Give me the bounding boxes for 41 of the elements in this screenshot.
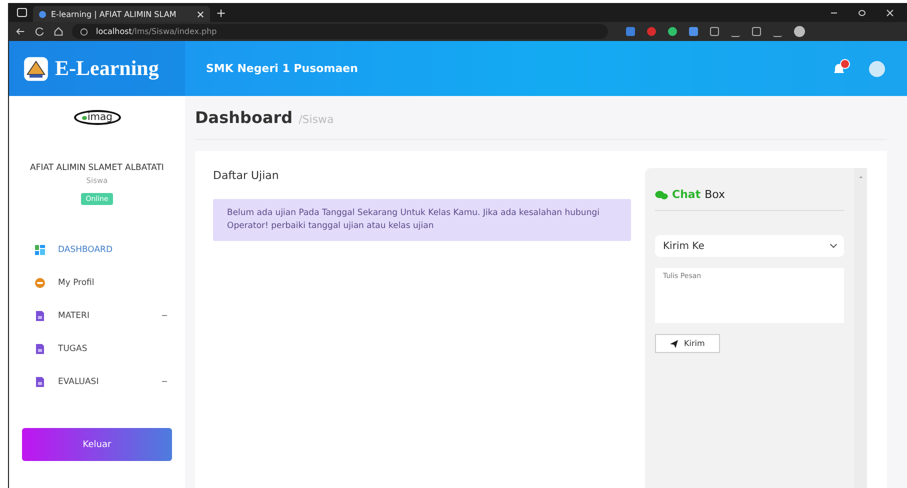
browser-tab[interactable]: E-learning | AFIAT ALIMIN SLAM xyxy=(33,6,210,22)
paper-plane-icon xyxy=(670,340,678,348)
favicon-icon xyxy=(39,10,46,18)
profile-avatar[interactable] xyxy=(794,26,805,37)
window-icon[interactable] xyxy=(17,8,27,17)
home-icon[interactable] xyxy=(53,26,64,37)
chat-title: Box xyxy=(704,188,726,201)
sidebar-item[interactable]: DASHBOARD xyxy=(9,233,185,266)
page-title: Dashboard xyxy=(195,108,293,127)
school-name: SMK Negeri 1 Pusomaen xyxy=(206,62,358,75)
extension-icon[interactable] xyxy=(647,27,656,36)
address-field[interactable]: localhost/lms/Siswa/index.php xyxy=(72,24,608,39)
logout-button[interactable]: Keluar xyxy=(22,428,172,461)
recipient-select[interactable]: Kirim Ke xyxy=(655,235,844,257)
restore-icon[interactable] xyxy=(857,8,867,18)
extension-icon[interactable] xyxy=(689,27,698,36)
school-logo: imag xyxy=(74,110,120,125)
sidebar-item[interactable]: EVALUASI xyxy=(9,365,185,398)
extension-icon[interactable] xyxy=(668,27,677,36)
sidebar-item[interactable]: My Profil xyxy=(9,266,185,299)
chat-bubbles-icon xyxy=(655,190,668,200)
document-icon xyxy=(35,344,45,354)
document-icon xyxy=(35,310,45,320)
user-name: AFIAT ALIMIN SLAMET ALBATATI xyxy=(30,163,164,173)
sidebar-item[interactable]: MATERI xyxy=(9,299,185,332)
info-alert: Belum ada ujian Pada Tanggal Sekarang Untuk Kelas Kamu. Jika ada kesalahan hubungi Operator! perbaiki tanggal ujian atau kelas ujian xyxy=(213,199,631,240)
new-tab-button[interactable]: + xyxy=(216,6,226,20)
school-logo-icon xyxy=(23,56,49,82)
scrollbar[interactable] xyxy=(854,168,867,488)
document-icon xyxy=(35,376,45,386)
chat-title-accent: Chat xyxy=(672,188,701,201)
send-button[interactable]: Kirim xyxy=(655,334,720,353)
reload-icon[interactable] xyxy=(34,26,45,37)
info-icon[interactable] xyxy=(80,28,88,36)
extension-icon[interactable] xyxy=(710,27,719,36)
sidebar-item[interactable]: TUGAS xyxy=(9,332,185,365)
dashboard-icon xyxy=(35,244,45,254)
back-icon[interactable] xyxy=(15,26,26,37)
section-title: Daftar Ujian xyxy=(213,169,280,182)
close-icon[interactable] xyxy=(197,10,204,18)
close-icon[interactable] xyxy=(885,8,895,18)
